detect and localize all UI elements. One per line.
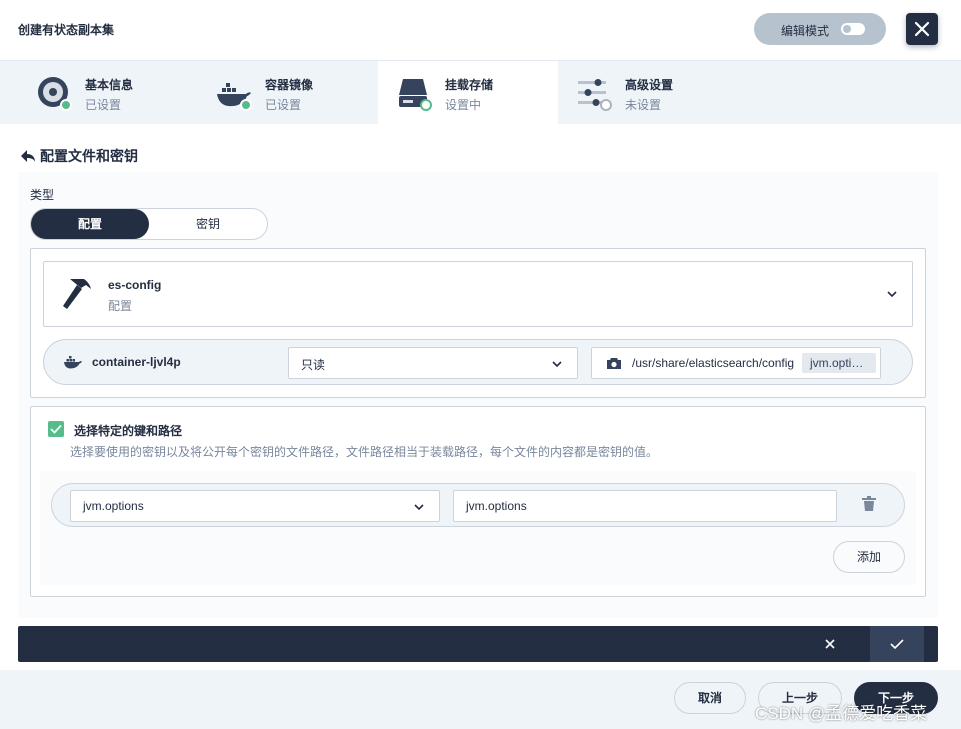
container-name: container-ljvl4p — [92, 355, 181, 369]
step-name: 高级设置 — [625, 78, 674, 92]
check-icon — [890, 639, 904, 650]
key-path-list: jvm.options jvm.options 添加 — [40, 471, 916, 585]
chevron-down-icon — [887, 291, 897, 298]
mount-path-input[interactable]: /usr/share/elasticsearch/config jvm.opti… — [591, 347, 881, 379]
docker-icon — [64, 356, 82, 369]
back-arrow-icon — [21, 150, 35, 162]
key-path-input[interactable]: jvm.options — [453, 490, 837, 522]
step-mount-storage[interactable]: 挂载存储 设置中 — [378, 61, 558, 125]
step-name: 容器镜像 — [265, 78, 314, 92]
step-status: 未设置 — [625, 98, 662, 112]
hammer-icon — [63, 279, 91, 309]
check-icon — [50, 424, 62, 434]
form-content: 配置文件和密钥 类型 配置 密钥 es-config 配置 container-… — [0, 124, 961, 670]
confirm-button[interactable] — [870, 626, 924, 662]
path-tag: jvm.options — [802, 353, 876, 373]
step-status: 已设置 — [265, 98, 302, 112]
resource-select[interactable]: es-config 配置 — [43, 261, 913, 327]
storage-icon — [398, 75, 434, 111]
confirm-bar — [18, 626, 938, 662]
specific-keys-checkbox[interactable] — [48, 421, 64, 437]
resource-box: es-config 配置 container-ljvl4p 只读 /usr/sh… — [30, 248, 926, 398]
sliders-icon — [576, 75, 612, 111]
disk-icon — [36, 75, 72, 111]
cancel-button[interactable]: 取消 — [674, 682, 746, 714]
modal-footer: 取消 上一步 下一步 CSDN @孟德爱吃香菜 — [0, 670, 961, 729]
specific-keys-box: 选择特定的键和路径 选择要使用的密钥以及将公开每个密钥的文件路径，文件路径相当于… — [30, 406, 926, 597]
type-selector: 配置 密钥 — [30, 208, 268, 240]
chevron-down-icon — [552, 361, 562, 368]
add-button[interactable]: 添加 — [833, 541, 905, 573]
mount-mode-value: 只读 — [301, 358, 326, 372]
mount-mode-select[interactable]: 只读 — [288, 347, 578, 379]
key-value: jvm.options — [83, 499, 144, 513]
status-dot — [240, 99, 252, 111]
config-panel: 类型 配置 密钥 es-config 配置 container-ljvl4p 只… — [18, 172, 938, 618]
status-dot — [420, 99, 432, 111]
specific-keys-label: 选择特定的键和路径 — [74, 424, 183, 438]
watermark: CSDN @孟德爱吃香菜 — [755, 704, 928, 723]
step-name: 挂载存储 — [445, 78, 494, 92]
discard-button[interactable] — [804, 626, 856, 662]
trash-icon[interactable] — [862, 496, 876, 512]
resource-type: 配置 — [108, 299, 133, 313]
close-icon — [825, 639, 835, 649]
key-path-value: jvm.options — [466, 499, 527, 513]
mount-path-value: /usr/share/elasticsearch/config — [632, 356, 795, 370]
specific-keys-description: 选择要使用的密钥以及将公开每个密钥的文件路径，文件路径相当于装载路径，每个文件的… — [70, 445, 659, 459]
step-status: 设置中 — [445, 98, 482, 112]
key-select[interactable]: jvm.options — [70, 490, 440, 522]
step-status: 已设置 — [85, 98, 122, 112]
docker-icon — [216, 75, 252, 111]
close-icon — [914, 21, 930, 37]
chevron-down-icon — [414, 504, 424, 511]
status-dot — [60, 99, 72, 111]
status-dot — [600, 99, 612, 111]
modal-title: 创建有状态副本集 — [18, 23, 115, 37]
toggle-switch[interactable] — [841, 23, 865, 35]
type-option-config[interactable]: 配置 — [31, 209, 149, 239]
step-advanced-settings[interactable]: 高级设置 未设置 — [558, 61, 738, 125]
modal-header: 创建有状态副本集 编辑模式 — [0, 0, 961, 60]
edit-mode-label: 编辑模式 — [781, 24, 830, 38]
mount-row: container-ljvl4p 只读 /usr/share/elasticse… — [43, 339, 913, 385]
wizard-steps: 基本信息 已设置 容器镜像 已设置 挂载存储 设置中 高级设置 未设置 — [0, 60, 961, 125]
close-button[interactable] — [906, 13, 938, 45]
section-title: 配置文件和密钥 — [40, 148, 138, 164]
camera-icon — [607, 358, 621, 369]
edit-mode-toggle[interactable]: 编辑模式 — [754, 13, 886, 45]
key-path-row: jvm.options jvm.options — [51, 483, 905, 527]
type-option-secret[interactable]: 密钥 — [149, 209, 267, 239]
type-label: 类型 — [30, 188, 55, 202]
step-container-image[interactable]: 容器镜像 已设置 — [180, 61, 360, 125]
step-basic-info[interactable]: 基本信息 已设置 — [0, 61, 180, 125]
resource-name: es-config — [108, 278, 162, 292]
back-link[interactable]: 配置文件和密钥 — [20, 146, 138, 166]
step-name: 基本信息 — [85, 78, 134, 92]
